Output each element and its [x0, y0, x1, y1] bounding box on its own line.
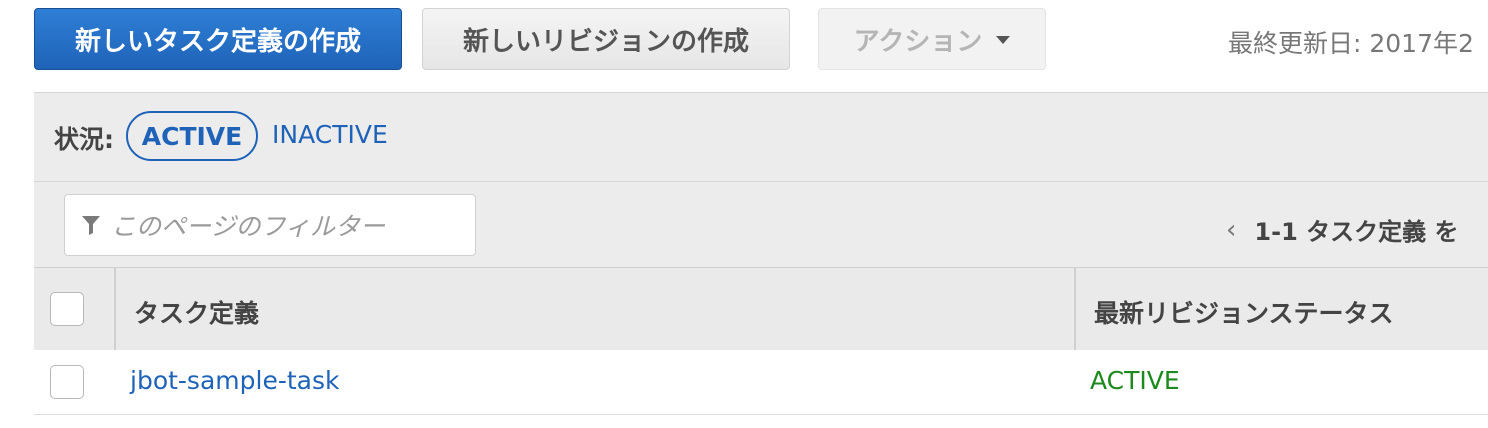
create-revision-button[interactable]: 新しいリビジョンの作成 — [422, 8, 790, 70]
pagination-summary: 1-1 タスク定義 を — [1254, 218, 1459, 246]
row-checkbox[interactable] — [50, 365, 84, 399]
status-active-toggle[interactable]: ACTIVE — [126, 111, 258, 161]
last-updated-text: 最終更新日: 2017年2 — [1228, 29, 1474, 58]
create-task-definition-button[interactable]: 新しいタスク定義の作成 — [34, 8, 402, 70]
chevron-left-icon[interactable]: ‹ — [1226, 215, 1236, 245]
table-header: タスク定義 最新リビジョンステータス — [34, 268, 1488, 351]
column-divider — [114, 268, 116, 351]
table-row: jbot-sample-task ACTIVE — [34, 350, 1488, 415]
column-header-latest-revision-status[interactable]: 最新リビジョンステータス — [1094, 294, 1394, 330]
select-all-checkbox[interactable] — [50, 292, 84, 326]
filter-bar: このページのフィルター ‹ 1-1 タスク定義 を — [34, 182, 1488, 268]
toolbar: 新しいタスク定義の作成 新しいリビジョンの作成 アクション 最終更新日: 201… — [0, 0, 1488, 90]
caret-down-icon — [996, 36, 1011, 44]
pagination: ‹ 1-1 タスク定義 を — [1226, 212, 1458, 247]
filter-icon — [82, 216, 100, 235]
actions-dropdown-label: アクション — [853, 26, 983, 57]
column-header-task-definition[interactable]: タスク定義 — [134, 294, 259, 330]
status-filter-label: 状況: — [54, 125, 114, 154]
task-definition-link[interactable]: jbot-sample-task — [130, 366, 339, 395]
filter-placeholder: このページのフィルター — [111, 212, 386, 241]
revision-status-value: ACTIVE — [1090, 366, 1180, 395]
filter-input[interactable]: このページのフィルター — [64, 194, 476, 256]
task-definitions-panel: 状況: ACTIVE INACTIVE このページのフィルター ‹ 1-1 タス… — [34, 92, 1488, 351]
status-filter-bar: 状況: ACTIVE INACTIVE — [34, 93, 1488, 182]
column-divider — [1074, 268, 1076, 351]
status-inactive-link[interactable]: INACTIVE — [272, 120, 388, 149]
actions-dropdown[interactable]: アクション — [818, 8, 1046, 70]
